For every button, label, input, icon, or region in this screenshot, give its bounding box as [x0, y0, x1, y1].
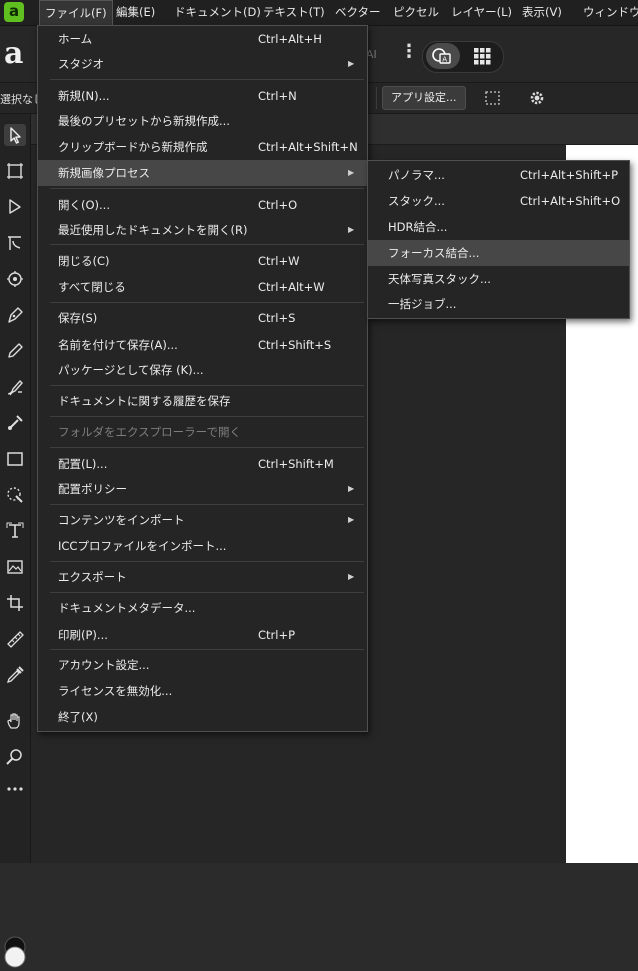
- selection-brush-tool-icon[interactable]: [4, 484, 26, 506]
- menu-item-save-as[interactable]: 名前を付けて保存(A)... Ctrl+Shift+S: [38, 332, 367, 358]
- gear-icon[interactable]: [528, 89, 546, 110]
- submenu-item-astrophotography-stack[interactable]: 天体写真スタック...: [368, 266, 629, 292]
- menu-separator: [50, 504, 364, 505]
- more-tools-icon[interactable]: [4, 778, 26, 800]
- submenu-arrow-icon: ▶: [348, 59, 355, 68]
- menu-item-account-settings[interactable]: アカウント設定...: [38, 652, 367, 678]
- affinity-logo-icon: a: [4, 36, 24, 71]
- submenu-item-stack[interactable]: スタック... Ctrl+Alt+Shift+O: [368, 188, 629, 214]
- crop-tool-icon[interactable]: [4, 592, 26, 614]
- submenu-item-focus-merge[interactable]: フォーカス結合...: [368, 240, 629, 266]
- divider: [376, 87, 377, 109]
- menu-text[interactable]: テキスト(T): [258, 0, 330, 25]
- persona-layout-icon[interactable]: A: [426, 43, 460, 69]
- menu-item-exit[interactable]: 終了(X): [38, 704, 367, 730]
- menu-separator: [50, 592, 364, 593]
- pen-tool-icon[interactable]: [4, 304, 26, 326]
- submenu-arrow-icon: ▶: [348, 515, 355, 524]
- zoom-tool-icon[interactable]: [4, 746, 26, 768]
- submenu-arrow-icon: ▶: [348, 225, 355, 234]
- menu-separator: [50, 385, 364, 386]
- menu-item-import-icc[interactable]: ICCプロファイルをインポート...: [38, 533, 367, 559]
- menu-view[interactable]: 表示(V): [517, 0, 567, 25]
- menu-item-new[interactable]: 新規(N)... Ctrl+N: [38, 83, 367, 109]
- menu-window[interactable]: ウィンドウ(W: [578, 0, 638, 25]
- shape-builder-tool-icon[interactable]: [4, 268, 26, 290]
- menu-item-open-recent[interactable]: 最近使用したドキュメントを開く(R) ▶: [38, 217, 367, 243]
- node-tool-icon[interactable]: [4, 196, 26, 218]
- more-options-icon[interactable]: ⋮: [400, 42, 418, 62]
- menu-item-document-metadata[interactable]: ドキュメントメタデータ...: [38, 595, 367, 621]
- menu-item-save[interactable]: 保存(S) Ctrl+S: [38, 305, 367, 331]
- rectangle-tool-icon[interactable]: [4, 448, 26, 470]
- menu-item-deactivate-license[interactable]: ライセンスを無効化...: [38, 678, 367, 704]
- menu-edit[interactable]: 編集(E): [111, 0, 160, 25]
- grid-view-icon[interactable]: [472, 46, 492, 66]
- submenu-item-panorama[interactable]: パノラマ... Ctrl+Alt+Shift+P: [368, 162, 629, 188]
- menu-item-print[interactable]: 印刷(P)... Ctrl+P: [38, 622, 367, 648]
- menu-item-open[interactable]: 開く(O)... Ctrl+O: [38, 192, 367, 218]
- color-picker-tool-icon[interactable]: [4, 664, 26, 686]
- color-well-icon[interactable]: [3, 934, 27, 968]
- fill-tool-icon[interactable]: [4, 412, 26, 434]
- menu-separator: [50, 188, 364, 189]
- text-frame-tool-icon[interactable]: [4, 520, 26, 542]
- menu-vector[interactable]: ベクター: [330, 0, 386, 25]
- menu-separator: [50, 649, 364, 650]
- menu-item-import-content[interactable]: コンテンツをインポート ▶: [38, 507, 367, 533]
- menu-item-studio[interactable]: スタジオ ▶: [38, 51, 367, 77]
- submenu-item-batch-job[interactable]: 一括ジョブ...: [368, 291, 629, 317]
- app-settings-button[interactable]: アプリ設定...: [382, 86, 466, 110]
- submenu-arrow-icon: ▶: [348, 168, 355, 177]
- menu-layer[interactable]: レイヤー(L): [446, 0, 517, 25]
- app-logo-icon: a: [4, 2, 24, 22]
- new-image-process-submenu: パノラマ... Ctrl+Alt+Shift+P スタック... Ctrl+Alt+…: [367, 160, 630, 319]
- submenu-arrow-icon: ▶: [348, 484, 355, 493]
- menu-item-new-from-clipboard[interactable]: クリップボードから新規作成 Ctrl+Alt+Shift+N: [38, 134, 367, 160]
- menu-separator: [50, 447, 364, 448]
- move-tool-icon[interactable]: [4, 124, 26, 146]
- artboard-tool-icon[interactable]: [4, 160, 26, 182]
- menu-separator: [50, 244, 364, 245]
- submenu-arrow-icon: ▶: [348, 572, 355, 581]
- vector-brush-tool-icon[interactable]: [4, 376, 26, 398]
- menu-item-new-from-last-preset[interactable]: 最後のプリセットから新規作成...: [38, 108, 367, 134]
- menu-pixel[interactable]: ピクセル: [388, 0, 444, 25]
- menu-separator: [50, 79, 364, 80]
- menu-file[interactable]: ファイル(F): [39, 0, 113, 25]
- menu-document[interactable]: ドキュメント(D): [169, 0, 266, 25]
- file-menu-dropdown: ホーム Ctrl+Alt+H スタジオ ▶ 新規(N)... Ctrl+N 最後のプリ…: [37, 25, 368, 732]
- menu-separator: [50, 416, 364, 417]
- menu-item-placement-policy[interactable]: 配置ポリシー ▶: [38, 476, 367, 502]
- marquee-select-icon[interactable]: [484, 89, 502, 110]
- menu-item-close-all[interactable]: すべて閉じる Ctrl+Alt+W: [38, 274, 367, 300]
- menu-item-save-history[interactable]: ドキュメントに関する履歴を保存: [38, 388, 367, 414]
- corner-tool-icon[interactable]: [4, 232, 26, 254]
- menu-separator: [50, 302, 364, 303]
- menu-item-home[interactable]: ホーム Ctrl+Alt+H: [38, 26, 367, 52]
- menu-item-place[interactable]: 配置(L)... Ctrl+Shift+M: [38, 451, 367, 477]
- submenu-item-hdr-merge[interactable]: HDR結合...: [368, 214, 629, 240]
- tools-panel: [0, 114, 31, 968]
- menu-item-new-image-process[interactable]: 新規画像プロセス ▶: [38, 160, 367, 186]
- pencil-tool-icon[interactable]: [4, 340, 26, 362]
- measure-tool-icon[interactable]: [4, 628, 26, 650]
- svg-text:A: A: [442, 56, 447, 64]
- image-placement-icon[interactable]: [4, 556, 26, 578]
- menu-bar: a ファイル(F) 編集(E) ドキュメント(D) テキスト(T) ベクター ピ…: [0, 0, 638, 26]
- menu-item-save-as-package[interactable]: パッケージとして保存 (K)...: [38, 357, 367, 383]
- menu-item-close[interactable]: 閉じる(C) Ctrl+W: [38, 248, 367, 274]
- menu-item-open-in-explorer[interactable]: フォルダをエクスプローラーで開く: [38, 419, 367, 445]
- menu-item-export[interactable]: エクスポート ▶: [38, 564, 367, 590]
- hand-tool-icon[interactable]: [4, 710, 26, 732]
- menu-separator: [50, 561, 364, 562]
